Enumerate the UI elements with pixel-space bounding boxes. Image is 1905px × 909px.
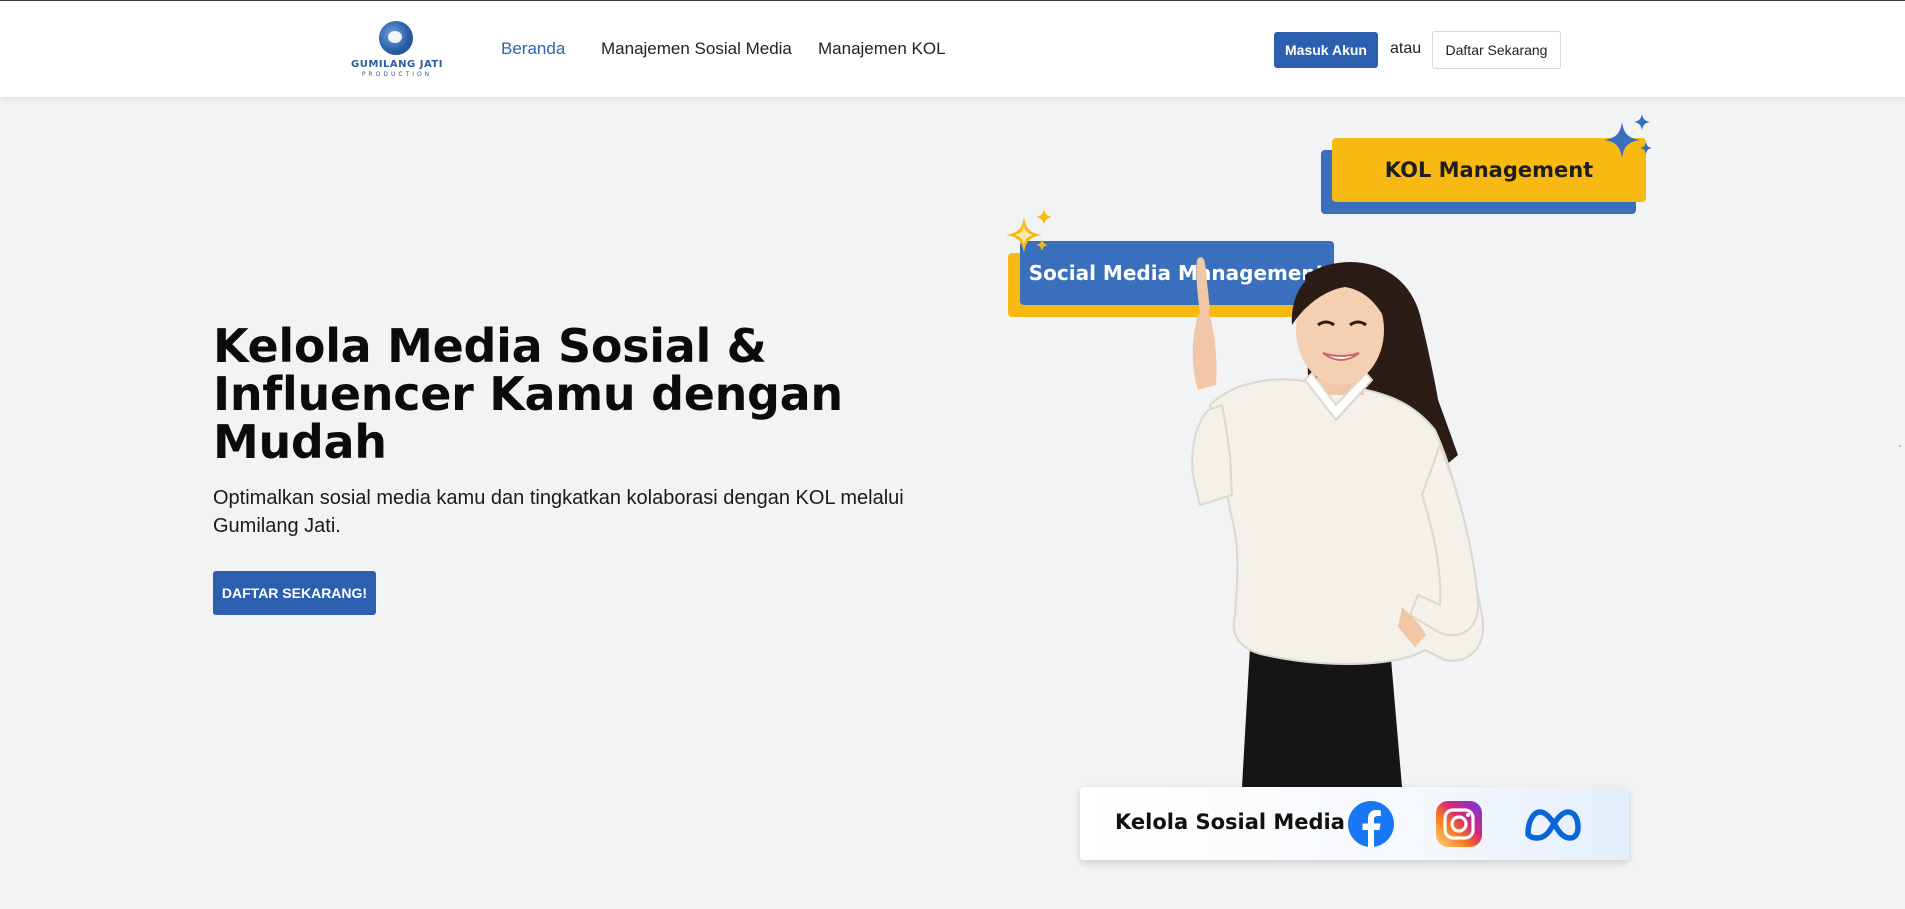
logo-mark-icon [379,21,413,55]
meta-icon[interactable] [1522,800,1582,848]
nav-link-manajemen-kol[interactable]: Manajemen KOL [818,39,946,59]
kol-tag-label: KOL Management [1332,138,1646,202]
brand-logo[interactable]: GUMILANG JATI PRODUCTION [344,21,450,79]
sparkle-yellow-icon [1006,209,1052,253]
nav-link-beranda[interactable]: Beranda [501,39,565,59]
navbar: GUMILANG JATI PRODUCTION Beranda Manajem… [0,0,1905,97]
register-button[interactable]: Daftar Sekarang [1432,31,1561,69]
logo-subtitle: PRODUCTION [361,71,433,78]
hero-title: Kelola Media Sosial & Influencer Kamu de… [213,319,843,469]
logo-name: GUMILANG JATI [351,59,443,70]
social-media-card: Kelola Sosial Media [1080,787,1629,860]
sparkle-blue-icon [1604,114,1652,158]
nav-link-manajemen-sosial-media[interactable]: Manajemen Sosial Media [601,39,792,59]
or-text: atau [1390,40,1422,57]
hero-description: Optimalkan sosial media kamu dan tingkat… [213,487,904,537]
stray-mark: ` [1898,445,1903,456]
hero-register-button[interactable]: DAFTAR SEKARANG! [213,571,376,615]
social-card-label: Kelola Sosial Media [1115,810,1345,834]
facebook-icon[interactable] [1347,800,1395,848]
woman-pointing-illustration [1191,257,1485,787]
instagram-icon[interactable] [1435,800,1483,848]
login-button[interactable]: Masuk Akun [1274,32,1378,68]
